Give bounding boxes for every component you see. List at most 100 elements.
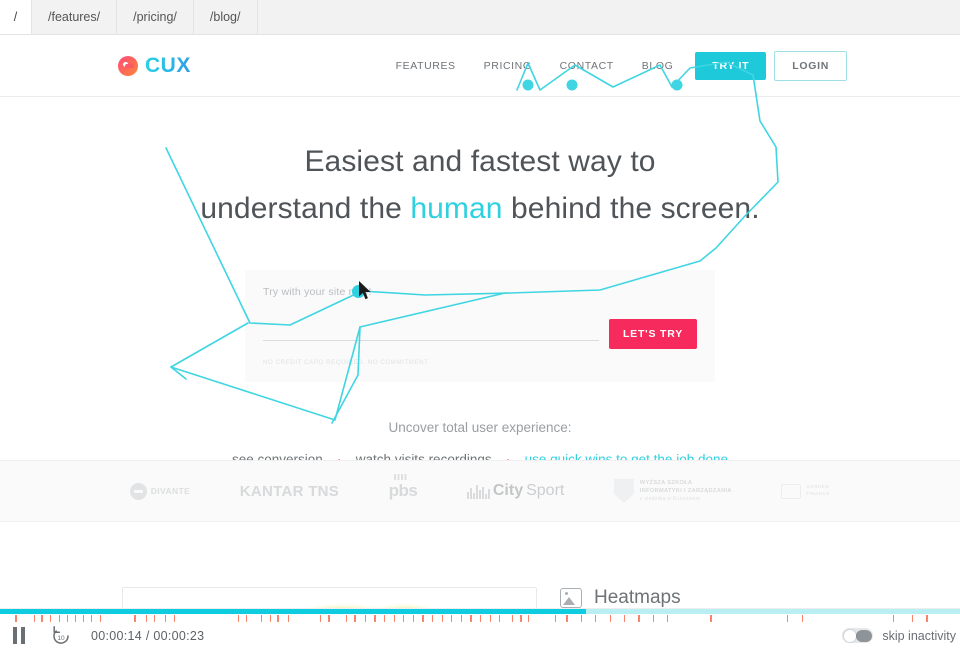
- event-marker: [364, 615, 367, 622]
- garden-finance-mark-icon: [781, 483, 802, 499]
- tab-label: /: [13, 10, 18, 24]
- event-marker: [441, 615, 443, 622]
- event-marker: [595, 615, 597, 622]
- skip-inactivity-toggle[interactable]: [842, 628, 874, 643]
- replay-cursor: [352, 281, 376, 305]
- nav-item-contact[interactable]: CONTACT: [546, 60, 628, 72]
- client-logo-wsiz: WYŻSZA SZKOŁA INFORMATYKI I ZARZĄDZANIA …: [613, 479, 732, 503]
- event-marker: [528, 615, 530, 622]
- event-marker: [652, 615, 655, 622]
- tab-root[interactable]: /: [0, 0, 32, 34]
- event-marker: [67, 615, 69, 622]
- client-name-bold: City: [492, 482, 524, 499]
- tab-features[interactable]: /features/: [32, 0, 118, 34]
- event-marker: [609, 615, 611, 622]
- citysport-bars-icon: [466, 484, 490, 499]
- site-logo[interactable]: CUX: [118, 54, 191, 78]
- event-marker: [801, 615, 803, 622]
- event-marker: [787, 615, 789, 622]
- site-url-input[interactable]: [263, 327, 599, 341]
- event-marker: [49, 615, 52, 622]
- client-name: DIVANTE: [150, 486, 191, 496]
- headline-line-2: understand the human behind the screen.: [0, 186, 960, 233]
- playback-timestamp: 00:00:14 / 00:00:23: [91, 628, 205, 643]
- event-marker: [153, 615, 155, 622]
- event-marker: [91, 615, 93, 622]
- event-marker: [82, 615, 84, 622]
- event-marker: [319, 615, 321, 622]
- trial-form-label: Try with your site now!: [263, 286, 372, 298]
- skip-inactivity-label: skip inactivity: [882, 628, 956, 643]
- event-marker: [499, 615, 501, 622]
- tab-label: /features/: [48, 10, 101, 24]
- rewind-10-icon: 10: [53, 625, 69, 644]
- event-marker: [238, 615, 240, 622]
- client-logo-citysport: City Sport: [466, 482, 565, 500]
- mouse-pointer-icon: [359, 281, 371, 300]
- nav-item-pricing[interactable]: PRICING: [470, 60, 546, 72]
- headline-highlight: human: [410, 191, 503, 225]
- event-marker: [384, 615, 386, 622]
- event-marker: [393, 615, 395, 622]
- progress-bar-fill: [0, 609, 586, 614]
- event-marker: [328, 615, 330, 622]
- event-markers: [0, 615, 960, 622]
- trial-form: Try with your site now! LET'S TRY NO CRE…: [245, 270, 715, 382]
- page-title: Easiest and fastest way to understand th…: [0, 139, 960, 232]
- event-marker: [134, 615, 136, 622]
- cux-circle-logo-icon: [118, 55, 138, 76]
- event-marker: [520, 615, 522, 622]
- client-logos-strip: DIVANTE KANTAR TNS pbs City Sport WYŻSZA …: [0, 460, 960, 522]
- try-it-button[interactable]: TRY IT: [695, 51, 767, 80]
- image-picture-icon: [560, 588, 582, 608]
- main-nav: FEATURES PRICING CONTACT BLOG TRY IT LOG…: [382, 50, 847, 81]
- event-marker: [912, 615, 914, 622]
- event-marker: [451, 615, 453, 622]
- event-marker: [667, 615, 669, 622]
- login-button[interactable]: LOGIN: [774, 50, 847, 81]
- headline-pre: understand the: [200, 191, 411, 225]
- event-marker: [624, 615, 626, 622]
- event-marker: [173, 615, 176, 622]
- client-name-light: Sport: [526, 482, 565, 499]
- event-marker: [165, 615, 167, 622]
- event-marker: [145, 615, 148, 622]
- tab-pricing[interactable]: /pricing/: [117, 0, 194, 34]
- event-marker: [489, 615, 491, 622]
- event-marker: [33, 615, 35, 622]
- event-marker: [566, 615, 568, 622]
- progress-bar-track[interactable]: [0, 609, 960, 614]
- event-marker: [480, 615, 482, 622]
- client-name-line1: GARDEN: [806, 484, 830, 490]
- heatmap-preview-card[interactable]: CUX CONTACT BLOG LOGIN: [122, 587, 537, 608]
- toggle-track: [855, 629, 872, 642]
- feature-description-block: Heatmaps Pixel perfect picture of the ho…: [560, 587, 900, 608]
- nav-item-features[interactable]: FEATURES: [382, 60, 470, 72]
- tab-label: /blog/: [209, 10, 241, 24]
- browser-tab-strip: / /features/ /pricing/ /blog/: [0, 0, 960, 35]
- site-logo-text: CUX: [145, 53, 191, 77]
- event-marker: [892, 615, 895, 622]
- event-marker: [277, 615, 279, 622]
- client-logo-garden-finance: GARDEN FINANCE: [781, 483, 830, 499]
- nav-item-blog[interactable]: BLOG: [628, 60, 688, 72]
- session-replay-viewport: CUX FEATURES PRICING CONTACT BLOG TRY IT…: [0, 35, 960, 608]
- event-marker: [511, 615, 513, 622]
- event-marker: [710, 615, 712, 622]
- event-marker: [41, 615, 43, 622]
- site-header: CUX FEATURES PRICING CONTACT BLOG TRY IT…: [0, 35, 960, 97]
- event-marker: [403, 615, 405, 622]
- event-marker: [288, 615, 290, 622]
- client-name-line2: INFORMATYKI I ZARZĄDZANIA: [639, 487, 732, 494]
- trial-form-fine-print: NO CREDIT CARD REQUIRED. NO COMMITMENT: [263, 359, 429, 366]
- tab-blog[interactable]: /blog/: [194, 0, 258, 34]
- pause-button[interactable]: [8, 625, 30, 647]
- rewind-10-button[interactable]: 10: [50, 625, 72, 647]
- event-marker: [432, 615, 434, 622]
- event-marker: [580, 615, 583, 622]
- client-logo-kantar-tns: KANTAR TNS: [240, 483, 339, 500]
- lets-try-button[interactable]: LET'S TRY: [608, 319, 697, 349]
- divante-mark-icon: [129, 482, 147, 500]
- toggle-knob: [843, 629, 856, 642]
- event-marker: [422, 615, 424, 622]
